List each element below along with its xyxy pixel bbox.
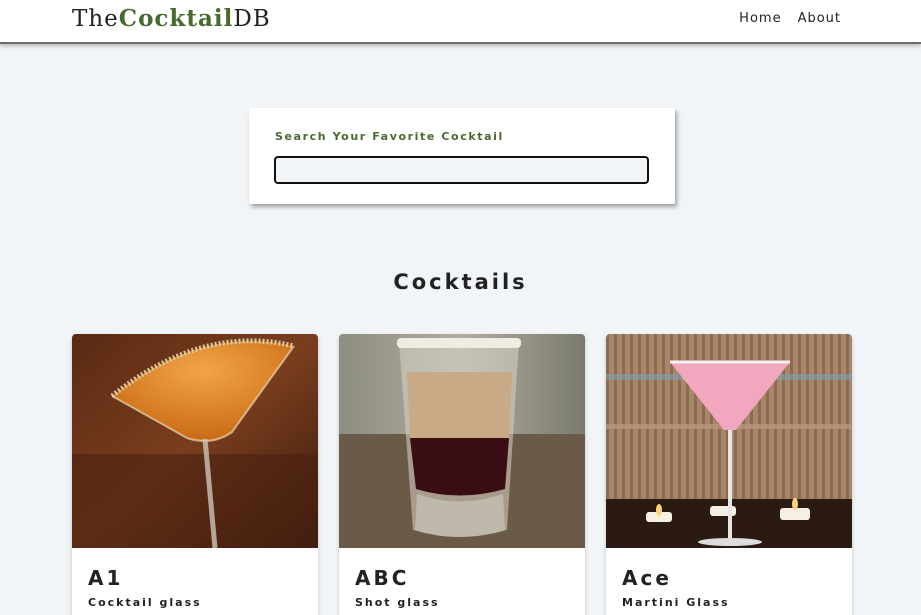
section-title: Cocktails xyxy=(393,270,528,294)
cocktail-glass: Cocktail glass xyxy=(88,596,202,609)
logo-suffix: DB xyxy=(233,6,271,32)
site-logo[interactable]: TheCocktailDB xyxy=(72,5,271,32)
search-input[interactable] xyxy=(274,156,649,184)
cocktail-glass: Shot glass xyxy=(355,596,440,609)
logo-accent: Cocktail xyxy=(118,5,234,32)
cocktail-image[interactable] xyxy=(72,334,318,548)
search-label: Search Your Favorite Cocktail xyxy=(275,130,504,143)
cocktail-card-a1[interactable]: A1 Cocktail glass xyxy=(72,334,318,615)
logo-prefix: The xyxy=(72,6,119,32)
cocktail-card-ace[interactable]: Ace Martini Glass xyxy=(606,334,852,615)
cocktail-image[interactable] xyxy=(606,334,852,548)
nav-link-about[interactable]: About xyxy=(798,11,841,26)
navbar: TheCocktailDB Home About xyxy=(0,0,921,44)
cocktail-name: Ace xyxy=(622,566,672,590)
nav-link-home[interactable]: Home xyxy=(739,11,781,26)
cocktail-name: ABC xyxy=(355,566,410,590)
cocktail-glass: Martini Glass xyxy=(622,596,730,609)
cocktail-card-abc[interactable]: ABC Shot glass xyxy=(339,334,585,615)
nav-links: Home About xyxy=(739,11,841,26)
cocktail-image[interactable] xyxy=(339,334,585,548)
search-form: Search Your Favorite Cocktail xyxy=(249,108,675,204)
cocktail-name: A1 xyxy=(88,566,124,590)
